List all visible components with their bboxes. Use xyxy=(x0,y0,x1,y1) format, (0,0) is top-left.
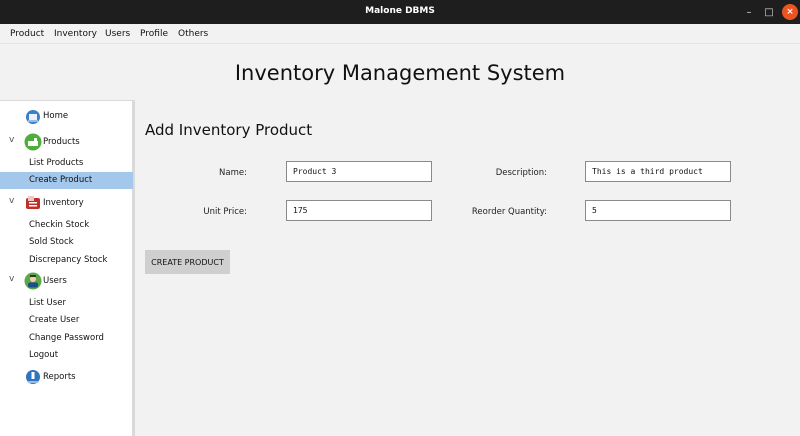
sidebar-item-label: Logout xyxy=(29,350,59,360)
sidebar-item-create-product[interactable]: Create Product xyxy=(0,172,133,189)
sidebar-item-discrepancy-stock[interactable]: Discrepancy Stock xyxy=(0,252,133,269)
sidebar-item-home[interactable]: Home xyxy=(0,108,133,126)
sidebar-item-label: Users xyxy=(43,276,67,286)
sidebar-item-label: Reports xyxy=(43,372,76,382)
reports-icon xyxy=(26,370,40,384)
chevron-down-icon[interactable]: v xyxy=(9,135,14,145)
menu-product[interactable]: Product xyxy=(10,29,44,39)
sidebar-item-label: Create Product xyxy=(29,175,93,185)
menu-inventory[interactable]: Inventory xyxy=(54,29,97,39)
sidebar-item-label: Checkin Stock xyxy=(29,220,90,230)
sidebar-item-label: List Products xyxy=(29,158,84,168)
sidebar-item-label: Change Password xyxy=(29,333,104,343)
menubar: Product Inventory Users Profile Others xyxy=(0,24,800,44)
sidebar-item-label: Home xyxy=(43,111,69,121)
sidebar-item-label: Discrepancy Stock xyxy=(29,255,108,265)
minimize-icon[interactable]: – xyxy=(741,4,757,20)
sidebar-item-label: Inventory xyxy=(43,198,84,208)
chevron-down-icon[interactable]: v xyxy=(9,196,14,206)
app-title: Inventory Management System xyxy=(234,61,566,85)
name-field[interactable] xyxy=(286,161,432,182)
window-titlebar: Malone DBMS – □ × xyxy=(0,0,800,24)
main-content: Add Inventory Product Name: Description:… xyxy=(138,100,800,436)
reorder-quantity-field[interactable] xyxy=(585,200,731,221)
name-label: Name: xyxy=(219,168,247,178)
sidebar-item-reports[interactable]: Reports xyxy=(0,369,133,387)
inventory-icon xyxy=(26,196,40,209)
sidebar-item-sold-stock[interactable]: Sold Stock xyxy=(0,234,133,251)
sidebar-item-change-password[interactable]: Change Password xyxy=(0,330,133,347)
reorder-quantity-label: Reorder Quantity: xyxy=(471,207,547,217)
description-field[interactable] xyxy=(585,161,731,182)
unit-price-label: Unit Price: xyxy=(203,207,247,217)
form-title: Add Inventory Product xyxy=(145,121,313,139)
sidebar-item-products[interactable]: v Products xyxy=(0,132,133,152)
users-icon xyxy=(24,272,42,290)
create-product-button[interactable]: CREATE PRODUCT xyxy=(145,250,230,274)
menu-others[interactable]: Others xyxy=(178,29,208,39)
home-icon xyxy=(26,110,40,124)
sidebar-item-label: Products xyxy=(43,137,80,147)
sidebar-item-users[interactable]: v Users xyxy=(0,271,133,291)
description-label: Description: xyxy=(495,168,547,178)
sidebar-item-label: List User xyxy=(29,298,66,308)
sidebar-item-checkin-stock[interactable]: Checkin Stock xyxy=(0,217,133,234)
sidebar-item-list-user[interactable]: List User xyxy=(0,295,133,312)
sidebar-item-label: Sold Stock xyxy=(29,237,74,247)
app-header: Inventory Management System xyxy=(0,45,800,100)
chevron-down-icon[interactable]: v xyxy=(9,274,14,284)
maximize-icon[interactable]: □ xyxy=(761,4,777,20)
sidebar-item-inventory[interactable]: v Inventory xyxy=(0,193,133,213)
close-icon[interactable]: × xyxy=(782,4,798,20)
sidebar-item-list-products[interactable]: List Products xyxy=(0,155,133,172)
sidebar-item-label: Create User xyxy=(29,315,80,325)
sidebar-item-create-user[interactable]: Create User xyxy=(0,312,133,329)
menu-users[interactable]: Users xyxy=(105,29,130,39)
sidebar-item-logout[interactable]: Logout xyxy=(0,347,133,364)
window-title: Malone DBMS xyxy=(365,6,435,16)
menu-profile[interactable]: Profile xyxy=(140,29,168,39)
unit-price-field[interactable] xyxy=(286,200,432,221)
products-icon xyxy=(24,133,42,151)
sidebar-tree: Home v Products List Products Create Pro… xyxy=(0,100,135,436)
